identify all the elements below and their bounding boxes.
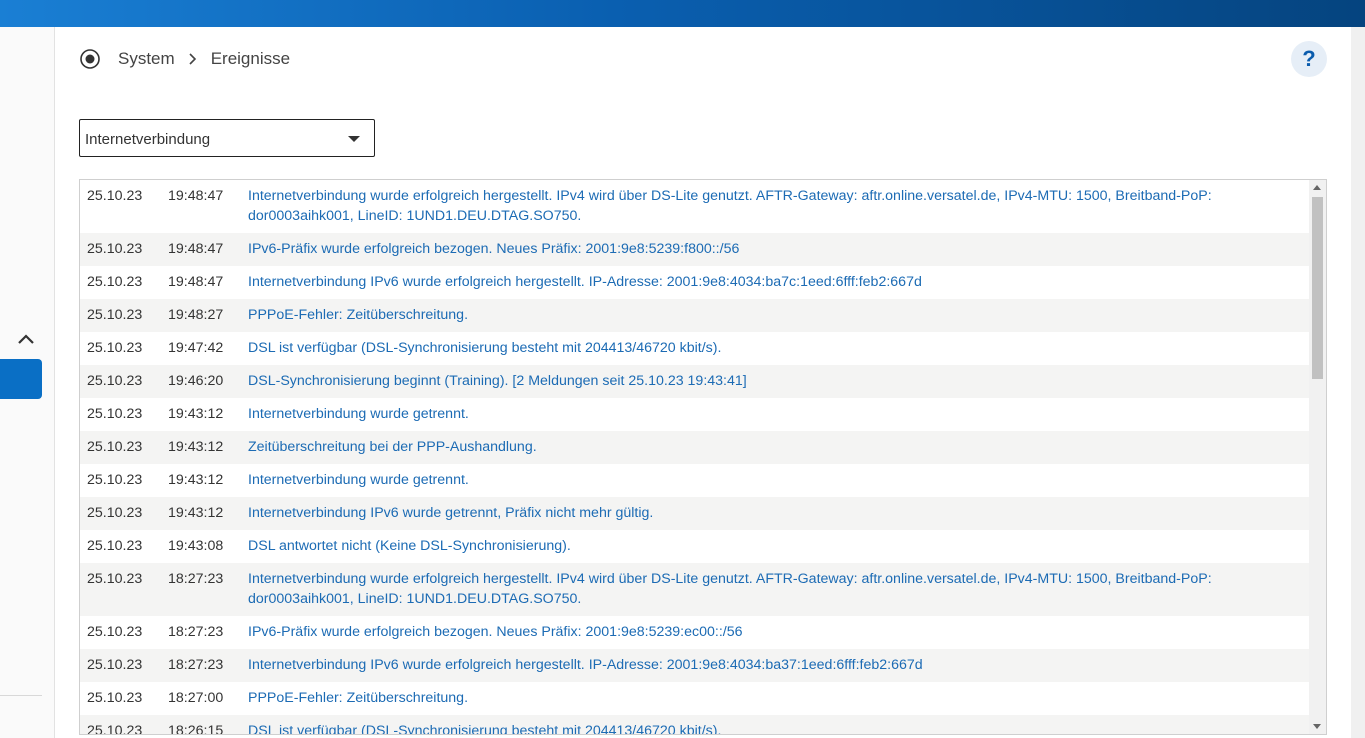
chevron-right-icon: [189, 53, 196, 65]
event-row: 25.10.23 18:26:15 DSL ist verfügbar (DSL-S…: [80, 715, 1309, 735]
event-message[interactable]: Zeitüberschreitung bei der PPP-Aushandlu…: [248, 437, 1309, 457]
event-message[interactable]: Internetverbindung IPv6 wurde erfolgreic…: [248, 655, 1309, 675]
main-content: System Ereignisse ? Internetverbindung 2…: [55, 27, 1351, 738]
chevron-up-icon[interactable]: [15, 328, 37, 350]
event-time: 19:47:42: [168, 340, 224, 356]
top-header-bar: [0, 0, 1365, 27]
event-message[interactable]: Internetverbindung wurde getrennt.: [248, 404, 1309, 424]
scroll-down-arrow-icon[interactable]: [1313, 724, 1321, 729]
event-date: 25.10.23: [87, 538, 143, 554]
event-message[interactable]: Internetverbindung IPv6 wurde getrennt, …: [248, 503, 1309, 523]
system-radio-icon: [80, 49, 100, 69]
event-time: 19:48:27: [168, 307, 224, 323]
event-date: 25.10.23: [87, 571, 143, 587]
help-button[interactable]: ?: [1291, 41, 1327, 77]
event-message[interactable]: DSL antwortet nicht (Keine DSL-Synchroni…: [248, 536, 1309, 556]
event-time: 19:43:12: [168, 472, 224, 488]
event-log-list[interactable]: 25.10.23 19:48:47 Internetverbindung wurde…: [79, 179, 1327, 735]
event-time: 19:43:12: [168, 439, 224, 455]
event-time: 19:43:12: [168, 406, 224, 422]
sidebar: [0, 27, 55, 738]
event-date: 25.10.23: [87, 472, 143, 488]
event-row: 25.10.23 19:43:12 Internetverbindung wurde…: [80, 464, 1309, 497]
event-message[interactable]: IPv6-Präfix wurde erfolgreich bezogen. N…: [248, 622, 1309, 642]
event-row: 25.10.23 18:27:23 IPv6-Präfix wurde erfolg…: [80, 616, 1309, 649]
event-time: 18:27:23: [168, 571, 224, 587]
event-row: 25.10.23 19:48:47 IPv6-Präfix wurde erfolg…: [80, 233, 1309, 266]
event-date: 25.10.23: [87, 340, 143, 356]
event-time: 18:27:23: [168, 624, 224, 640]
event-message[interactable]: Internetverbindung wurde erfolgreich her…: [248, 186, 1309, 226]
event-date: 25.10.23: [87, 373, 143, 389]
event-message[interactable]: Internetverbindung wurde erfolgreich her…: [248, 569, 1309, 609]
event-message[interactable]: Internetverbindung IPv6 wurde erfolgreic…: [248, 272, 1309, 292]
event-time: 19:43:08: [168, 538, 224, 554]
event-time: 18:27:00: [168, 690, 224, 706]
event-time: 19:43:12: [168, 505, 224, 521]
caret-down-icon: [348, 136, 360, 142]
event-message[interactable]: DSL ist verfügbar (DSL-Synchronisierung …: [248, 338, 1309, 358]
event-message[interactable]: DSL ist verfügbar (DSL-Synchronisierung …: [248, 721, 1309, 734]
event-time: 19:48:47: [168, 241, 224, 257]
event-date: 25.10.23: [87, 274, 143, 290]
event-row: 25.10.23 18:27:00 PPPoE-Fehler: Zeitübersc…: [80, 682, 1309, 715]
event-date: 25.10.23: [87, 241, 143, 257]
event-date: 25.10.23: [87, 690, 143, 706]
event-filter-select[interactable]: Internetverbindung: [79, 119, 375, 157]
scrollbar-thumb[interactable]: [1312, 197, 1323, 379]
event-date: 25.10.23: [87, 439, 143, 455]
event-message[interactable]: IPv6-Präfix wurde erfolgreich bezogen. N…: [248, 239, 1309, 259]
breadcrumb-system-link[interactable]: System: [118, 49, 175, 69]
event-time: 19:46:20: [168, 373, 224, 389]
event-message[interactable]: PPPoE-Fehler: Zeitüberschreitung.: [248, 305, 1309, 325]
event-time: 19:48:47: [168, 274, 224, 290]
event-row: 25.10.23 19:43:08 DSL antwortet nicht (Kei…: [80, 530, 1309, 563]
event-date: 25.10.23: [87, 723, 143, 735]
event-time: 18:26:15: [168, 723, 224, 735]
sidebar-active-item[interactable]: [0, 359, 42, 399]
event-row: 25.10.23 19:43:12 Internetverbindung IPv6 …: [80, 497, 1309, 530]
sidebar-divider: [0, 695, 42, 696]
event-row: 25.10.23 19:46:20 DSL-Synchronisierung beg…: [80, 365, 1309, 398]
event-row: 25.10.23 19:43:12 Internetverbindung wurde…: [80, 398, 1309, 431]
event-time: 18:27:23: [168, 657, 224, 673]
event-date: 25.10.23: [87, 406, 143, 422]
right-edge-strip: [1351, 27, 1365, 738]
event-message[interactable]: Internetverbindung wurde getrennt.: [248, 470, 1309, 490]
breadcrumb-current: Ereignisse: [210, 49, 291, 68]
event-date: 25.10.23: [87, 505, 143, 521]
event-row: 25.10.23 18:27:23 Internetverbindung IPv6 …: [80, 649, 1309, 682]
event-message[interactable]: PPPoE-Fehler: Zeitüberschreitung.: [248, 688, 1309, 708]
event-row: 25.10.23 18:27:23 Internetverbindung wurde…: [80, 563, 1309, 616]
event-filter-value: Internetverbindung: [85, 131, 211, 148]
event-row: 25.10.23 19:48:47 Internetverbindung wurde…: [80, 180, 1309, 233]
event-date: 25.10.23: [87, 307, 143, 323]
breadcrumb: System Ereignisse: [79, 47, 290, 71]
scrollbar[interactable]: [1309, 180, 1326, 734]
event-row: 25.10.23 19:47:42 DSL ist verfügbar (DSL-S…: [80, 332, 1309, 365]
event-message[interactable]: DSL-Synchronisierung beginnt (Training).…: [248, 371, 1309, 391]
event-log-rows: 25.10.23 19:48:47 Internetverbindung wurde…: [80, 180, 1309, 735]
event-row: 25.10.23 19:48:27 PPPoE-Fehler: Zeitübersc…: [80, 299, 1309, 332]
event-date: 25.10.23: [87, 188, 143, 204]
scroll-up-arrow-icon[interactable]: [1313, 185, 1321, 190]
event-time: 19:48:47: [168, 188, 224, 204]
event-date: 25.10.23: [87, 624, 143, 640]
event-row: 25.10.23 19:43:12 Zeitüberschreitung bei d…: [80, 431, 1309, 464]
event-row: 25.10.23 19:48:47 Internetverbindung IPv6 …: [80, 266, 1309, 299]
event-date: 25.10.23: [87, 657, 143, 673]
